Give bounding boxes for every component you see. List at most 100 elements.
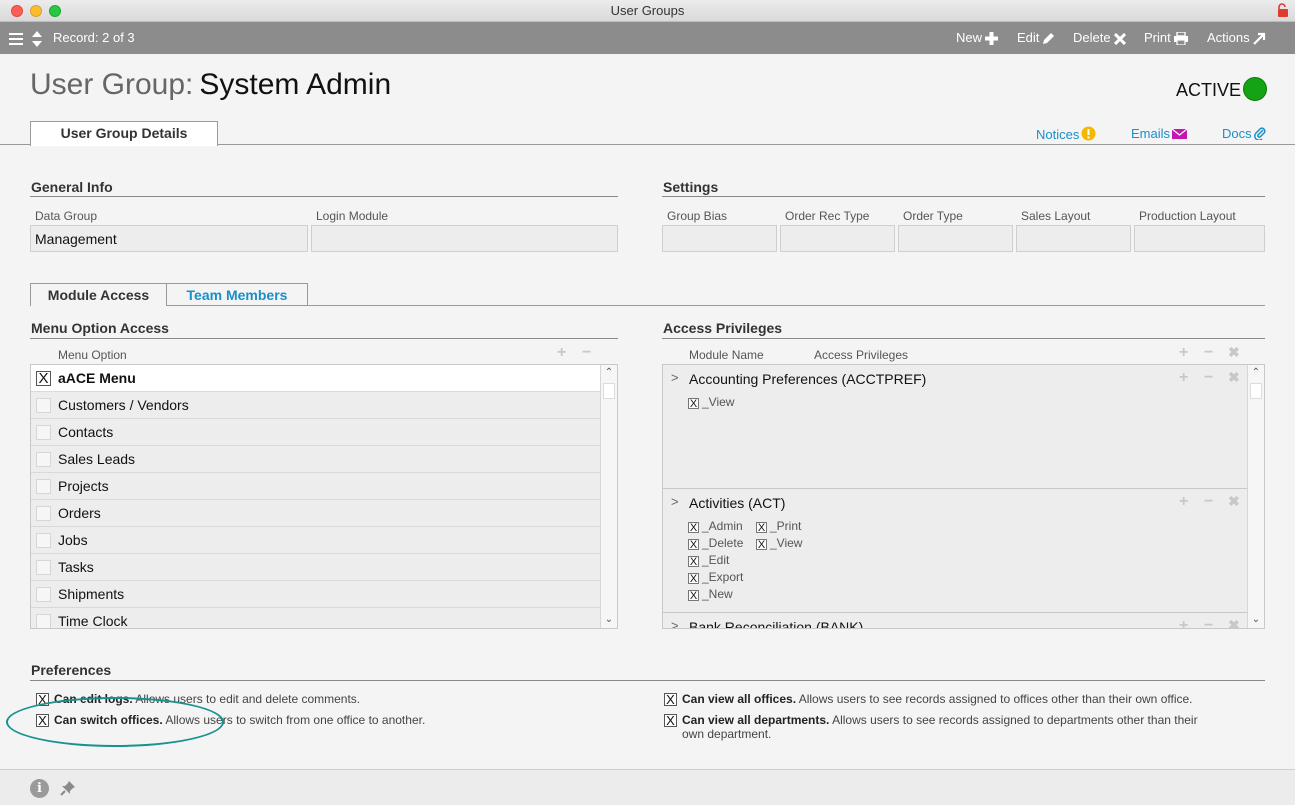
login-module-field[interactable] xyxy=(311,225,618,252)
list-item[interactable]: > Accounting Preferences (ACCTPREF) + − … xyxy=(663,365,1248,489)
permission-item[interactable]: X _Delete xyxy=(688,536,743,551)
notices-link[interactable]: Notices xyxy=(1036,126,1096,142)
emails-link[interactable]: Emails xyxy=(1131,126,1188,141)
docs-link[interactable]: Docs xyxy=(1222,126,1266,141)
permission-checkbox[interactable]: X xyxy=(688,398,699,410)
menu-option-checkbox[interactable] xyxy=(36,560,51,575)
menu-option-checkbox[interactable] xyxy=(36,506,51,521)
actions-button[interactable]: Actions xyxy=(1207,22,1266,54)
remove-module-button[interactable]: ✖ xyxy=(1228,493,1240,510)
list-item[interactable]: Orders xyxy=(31,500,601,527)
minimize-window-button[interactable] xyxy=(30,5,42,17)
permission-checkbox[interactable]: X xyxy=(756,539,767,551)
unlock-icon[interactable] xyxy=(1277,3,1289,17)
tab-user-group-details[interactable]: User Group Details xyxy=(30,121,218,146)
print-button[interactable]: Print xyxy=(1144,22,1188,54)
list-item[interactable]: Sales Leads xyxy=(31,446,601,473)
menu-option-checkbox[interactable]: X xyxy=(36,371,51,386)
list-item[interactable]: > Bank Reconciliation (BANK) + − ✖ xyxy=(663,613,1248,628)
can-view-all-departments-checkbox[interactable]: X xyxy=(664,714,677,727)
list-item[interactable]: X aACE Menu xyxy=(31,365,601,392)
tab-team-members[interactable]: Team Members xyxy=(166,283,308,305)
pref-title: Can view all offices. xyxy=(682,692,797,706)
remove-permission-button[interactable]: − xyxy=(1204,617,1213,628)
menu-icon[interactable] xyxy=(6,22,23,54)
scroll-thumb[interactable] xyxy=(1250,383,1262,399)
menu-option-checkbox[interactable] xyxy=(36,533,51,548)
close-window-button[interactable] xyxy=(11,5,23,17)
menu-option-checkbox[interactable] xyxy=(36,398,51,413)
list-item[interactable]: Jobs xyxy=(31,527,601,554)
list-item[interactable]: Projects xyxy=(31,473,601,500)
tab-module-access[interactable]: Module Access xyxy=(30,283,167,306)
scroll-up-icon[interactable]: ⌃ xyxy=(1248,365,1264,381)
privileges-scrollbar[interactable]: ⌃ ⌄ xyxy=(1247,365,1264,628)
scroll-down-icon[interactable]: ⌄ xyxy=(601,612,617,628)
add-permission-button[interactable]: + xyxy=(1179,617,1188,628)
pin-icon[interactable] xyxy=(60,780,76,796)
add-menu-option-button[interactable]: + xyxy=(557,344,566,362)
order-rec-type-field[interactable] xyxy=(780,225,895,252)
remove-privilege-button[interactable]: − xyxy=(1204,344,1213,362)
permission-item[interactable]: X _Print xyxy=(756,519,801,534)
permission-item[interactable]: X _Admin xyxy=(688,519,743,534)
order-type-field[interactable] xyxy=(898,225,1013,252)
permission-checkbox[interactable]: X xyxy=(688,573,699,585)
scroll-down-icon[interactable]: ⌄ xyxy=(1248,612,1264,628)
menu-option-checkbox[interactable] xyxy=(36,452,51,467)
general-info-title: General Info xyxy=(31,179,113,195)
expand-icon[interactable]: > xyxy=(671,494,679,509)
expand-icon[interactable]: > xyxy=(671,618,679,628)
sales-layout-field[interactable] xyxy=(1016,225,1131,252)
group-bias-field[interactable] xyxy=(662,225,777,252)
actions-button-label: Actions xyxy=(1207,30,1250,45)
menu-option-checkbox[interactable] xyxy=(36,614,51,628)
emails-label: Emails xyxy=(1131,126,1171,141)
info-icon[interactable]: i xyxy=(30,779,49,798)
permission-item[interactable]: X _View xyxy=(688,395,734,410)
remove-permission-button[interactable]: − xyxy=(1204,493,1213,511)
edit-button[interactable]: Edit xyxy=(1017,22,1055,54)
permission-checkbox[interactable]: X xyxy=(756,522,767,534)
list-item[interactable]: Shipments xyxy=(31,581,601,608)
list-item[interactable]: Time Clock xyxy=(31,608,601,628)
can-view-all-offices-checkbox[interactable]: X xyxy=(664,693,677,706)
remove-permission-button[interactable]: − xyxy=(1204,369,1213,387)
permission-label: _New xyxy=(702,587,733,601)
clear-privileges-button[interactable]: ✖ xyxy=(1228,344,1240,361)
menu-option-checkbox[interactable] xyxy=(36,479,51,494)
list-item[interactable]: Tasks xyxy=(31,554,601,581)
new-button[interactable]: New xyxy=(956,22,999,54)
permission-item[interactable]: X _Export xyxy=(688,570,743,585)
menu-option-label: Sales Leads xyxy=(58,451,136,467)
menu-option-checkbox[interactable] xyxy=(36,587,51,602)
permission-item[interactable]: X _New xyxy=(688,587,733,602)
list-item[interactable]: Customers / Vendors xyxy=(31,392,601,419)
remove-menu-option-button[interactable]: − xyxy=(582,344,591,362)
list-item[interactable]: Contacts xyxy=(31,419,601,446)
add-permission-button[interactable]: + xyxy=(1179,369,1188,387)
menu-list-scrollbar[interactable]: ⌃ ⌄ xyxy=(600,365,617,628)
menu-option-checkbox[interactable] xyxy=(36,425,51,440)
permission-item[interactable]: X _Edit xyxy=(688,553,729,568)
production-layout-field[interactable] xyxy=(1134,225,1265,252)
remove-module-button[interactable]: ✖ xyxy=(1228,369,1240,386)
external-arrow-icon xyxy=(1252,32,1265,45)
expand-icon[interactable]: > xyxy=(671,370,679,385)
scroll-up-icon[interactable]: ⌃ xyxy=(601,365,617,381)
settings-title: Settings xyxy=(663,179,719,195)
delete-button[interactable]: Delete xyxy=(1073,22,1126,54)
remove-module-button[interactable]: ✖ xyxy=(1228,617,1240,628)
permission-checkbox[interactable]: X xyxy=(688,522,699,534)
permission-checkbox[interactable]: X xyxy=(688,556,699,568)
record-navigation-icon[interactable] xyxy=(27,22,44,54)
list-item[interactable]: > Activities (ACT) + − ✖ X _Admin X _Delet… xyxy=(663,489,1248,613)
add-privilege-button[interactable]: + xyxy=(1179,344,1188,362)
scroll-thumb[interactable] xyxy=(603,383,615,399)
add-permission-button[interactable]: + xyxy=(1179,493,1188,511)
data-group-field[interactable]: Management xyxy=(30,225,308,252)
permission-checkbox[interactable]: X xyxy=(688,590,699,602)
permission-item[interactable]: X _View xyxy=(756,536,802,551)
permission-checkbox[interactable]: X xyxy=(688,539,699,551)
zoom-window-button[interactable] xyxy=(49,5,61,17)
